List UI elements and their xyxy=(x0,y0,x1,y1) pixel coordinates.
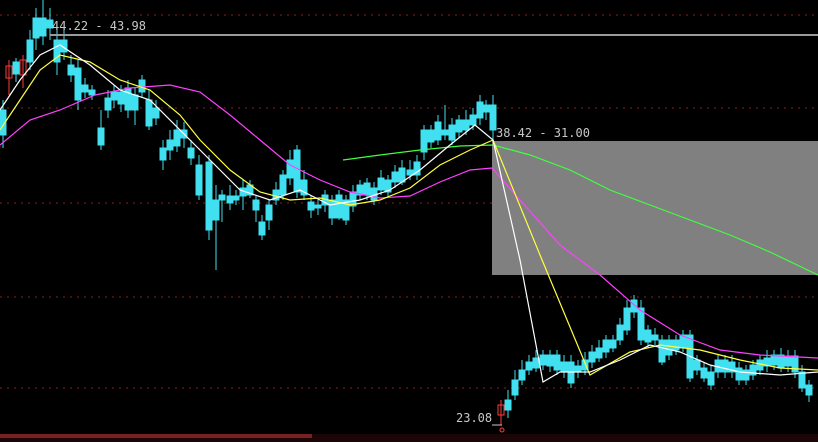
candle-body-21 xyxy=(145,99,153,127)
candle-body-92 xyxy=(644,329,652,343)
candle-body-65 xyxy=(455,119,463,133)
candle-body-69 xyxy=(482,104,490,113)
candle-body-74 xyxy=(518,369,526,381)
candle-body-29 xyxy=(205,161,213,231)
candle-body-37 xyxy=(258,221,266,236)
low-marker xyxy=(492,424,505,433)
candle-body-13 xyxy=(88,89,96,96)
candle-body-38 xyxy=(265,204,273,221)
candle-body-23 xyxy=(159,147,167,161)
candle-body-68 xyxy=(476,101,484,119)
candle-body-95 xyxy=(665,339,673,356)
candle-body-88 xyxy=(616,324,624,341)
candle-body-64 xyxy=(448,124,456,141)
candle-body-73 xyxy=(511,379,519,396)
candle-body-40 xyxy=(279,174,287,196)
candle-body-100 xyxy=(700,367,708,379)
candle-body-79 xyxy=(553,354,561,371)
candle-body-48 xyxy=(335,194,343,219)
candle-body-17 xyxy=(117,91,125,105)
candlestick-chart: 44.22 - 43.98 38.42 - 31.00 23.08 xyxy=(0,0,818,442)
candle-body-4 xyxy=(26,39,34,63)
low-marker-dot xyxy=(499,427,505,433)
candle-body-105 xyxy=(735,367,743,381)
candle-body-78 xyxy=(546,354,554,367)
candle-body-44 xyxy=(307,201,315,211)
candle-body-77 xyxy=(539,354,547,366)
candle-body-115 xyxy=(805,384,813,396)
candle-body-91 xyxy=(637,307,645,341)
candle-body-110 xyxy=(770,354,778,366)
candle-body-27 xyxy=(187,147,195,159)
bottom-bar-thumb xyxy=(0,434,312,438)
candle-body-2 xyxy=(12,61,20,75)
candle-body-113 xyxy=(791,355,799,373)
candle-body-15 xyxy=(104,97,112,111)
candle-body-62 xyxy=(434,121,442,141)
candle-body-112 xyxy=(784,355,792,367)
candle-body-93 xyxy=(651,334,659,341)
candle-body-10 xyxy=(67,64,75,76)
candle-body-80 xyxy=(560,361,568,373)
candle-body-114 xyxy=(798,371,806,389)
candle-body-101 xyxy=(707,371,715,386)
candle-body-56 xyxy=(391,171,399,183)
candle-body-31 xyxy=(218,194,226,201)
candle-body-96 xyxy=(672,339,680,351)
candle-body-24 xyxy=(166,139,174,151)
candle-body-36 xyxy=(252,199,260,211)
candle-body-76 xyxy=(532,357,540,369)
candle-body-67 xyxy=(469,114,477,126)
candle-body-66 xyxy=(462,119,470,131)
candle-body-60 xyxy=(420,129,428,153)
candle-body-12 xyxy=(81,84,89,93)
bottom-scroll-bar xyxy=(0,434,818,442)
candle-body-16 xyxy=(110,91,118,101)
candle-body-22 xyxy=(152,107,160,119)
candle-body-33 xyxy=(232,195,240,201)
candle-body-47 xyxy=(328,199,336,219)
candle-body-103 xyxy=(721,359,729,373)
candle-body-42 xyxy=(293,149,301,193)
candle-body-45 xyxy=(314,204,322,209)
candle-body-52 xyxy=(363,182,371,196)
candle-body-28 xyxy=(195,164,203,196)
candle-body-32 xyxy=(226,195,234,204)
candle-body-25 xyxy=(173,129,181,147)
candle-body-30 xyxy=(212,199,220,221)
candle-body-5 xyxy=(32,17,40,39)
candle-body-84 xyxy=(588,351,596,363)
candle-body-20 xyxy=(138,79,146,93)
candle-body-58 xyxy=(406,169,414,176)
candle-body-94 xyxy=(658,339,666,363)
candle-body-53 xyxy=(370,187,378,201)
shaded-range-box xyxy=(492,141,818,275)
candle-body-82 xyxy=(574,365,582,373)
candle-body-18 xyxy=(124,87,132,111)
candle-body-86 xyxy=(602,339,610,353)
candle-body-85 xyxy=(595,347,603,359)
candle-body-19 xyxy=(131,94,139,111)
candle-body-72 xyxy=(504,399,512,411)
candle-body-61 xyxy=(427,129,435,143)
candle-body-54 xyxy=(377,177,385,191)
candle-body-11 xyxy=(74,67,82,101)
candle-body-106 xyxy=(742,369,750,381)
candle-body-75 xyxy=(525,361,533,371)
candle-body-6 xyxy=(39,17,47,37)
candle-body-89 xyxy=(623,307,631,331)
candle-body-99 xyxy=(693,359,701,371)
range-top-label: 44.22 - 43.98 xyxy=(52,19,146,33)
candle-body-87 xyxy=(609,339,617,349)
low-price-label: 23.08 xyxy=(456,411,492,425)
candle-body-111 xyxy=(777,354,785,369)
range-mid-label: 38.42 - 31.00 xyxy=(496,126,590,140)
candle-body-14 xyxy=(97,127,105,146)
candle-body-63 xyxy=(441,129,449,136)
